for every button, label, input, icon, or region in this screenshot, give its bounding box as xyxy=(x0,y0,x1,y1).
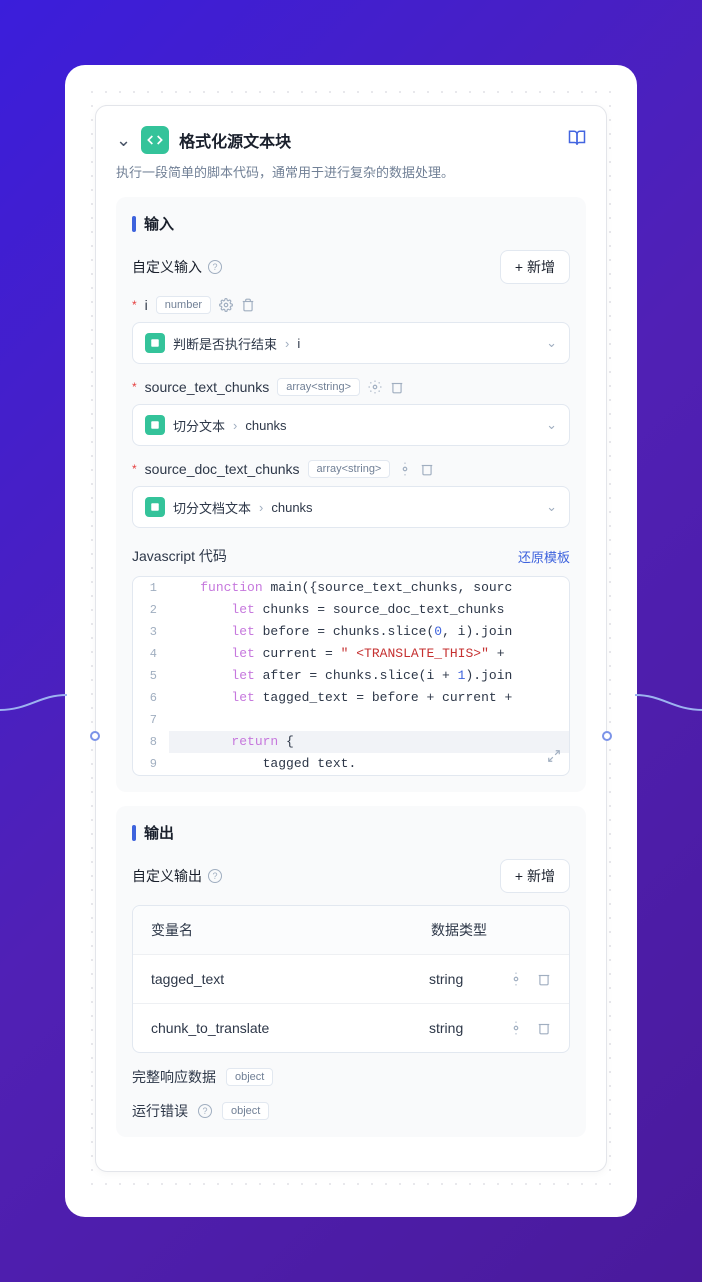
trash-icon[interactable] xyxy=(390,380,404,394)
node-ref-icon xyxy=(145,415,165,435)
input-port[interactable] xyxy=(90,731,100,741)
help-icon[interactable]: ? xyxy=(208,260,222,274)
gear-icon[interactable] xyxy=(368,380,382,394)
add-input-button[interactable]: + 新增 xyxy=(500,250,570,284)
ref-node-name: 切分文档文本 xyxy=(173,498,251,517)
full-response-label: 完整响应数据 xyxy=(132,1067,216,1087)
output-name: chunk_to_translate xyxy=(151,1020,429,1036)
type-tag: object xyxy=(226,1068,273,1086)
custom-output-label: 自定义输出 xyxy=(132,866,202,886)
section-bar xyxy=(132,216,136,232)
chevron-down-icon: ⌄ xyxy=(546,417,557,433)
input-row: * i number 判断是否执行结束 › i ⌄ xyxy=(132,296,570,364)
reference-selector[interactable]: 判断是否执行结束 › i ⌄ xyxy=(132,322,570,364)
ref-var-name: chunks xyxy=(245,418,286,433)
add-output-button[interactable]: + 新增 xyxy=(500,859,570,893)
input-row: * source_text_chunks array<string> 切分文本 … xyxy=(132,378,570,446)
reference-selector[interactable]: 切分文本 › chunks ⌄ xyxy=(132,404,570,446)
trash-icon[interactable] xyxy=(537,972,551,986)
connection-wire-right xyxy=(633,655,702,715)
chevron-right-icon: › xyxy=(233,418,237,433)
input-row: * source_doc_text_chunks array<string> 切… xyxy=(132,460,570,528)
input-section-title: 输入 xyxy=(144,213,174,234)
type-tag: number xyxy=(156,296,211,314)
trash-icon[interactable] xyxy=(241,298,255,312)
gear-icon[interactable] xyxy=(509,1021,523,1035)
node-title: 格式化源文本块 xyxy=(179,128,291,152)
output-table: 变量名 数据类型 tagged_text string chunk_to_tra… xyxy=(132,905,570,1053)
code-title: Javascript 代码 xyxy=(132,546,227,566)
type-tag: array<string> xyxy=(308,460,391,478)
type-tag: array<string> xyxy=(277,378,360,396)
help-icon[interactable]: ? xyxy=(208,869,222,883)
output-section-title: 输出 xyxy=(144,822,174,843)
full-response-row: 完整响应数据 object xyxy=(132,1067,570,1087)
required-asterisk: * xyxy=(132,380,137,394)
collapse-icon[interactable]: ⌄ xyxy=(116,130,131,151)
connection-wire-left xyxy=(0,655,69,715)
chevron-right-icon: › xyxy=(259,500,263,515)
chevron-down-icon: ⌄ xyxy=(546,499,557,515)
run-error-row: 运行错误 ? object xyxy=(132,1101,570,1121)
col-name-header: 变量名 xyxy=(151,920,431,940)
run-error-label: 运行错误 xyxy=(132,1101,188,1121)
chevron-right-icon: › xyxy=(285,336,289,351)
type-tag: object xyxy=(222,1102,269,1120)
table-header: 变量名 数据类型 xyxy=(133,906,569,955)
ref-var-name: chunks xyxy=(271,500,312,515)
required-asterisk: * xyxy=(132,298,137,312)
code-icon xyxy=(141,126,169,154)
section-bar xyxy=(132,825,136,841)
restore-template-link[interactable]: 还原模板 xyxy=(518,547,570,566)
plus-icon: + xyxy=(515,868,523,884)
node-ref-icon xyxy=(145,497,165,517)
code-section: Javascript 代码 还原模板 1 function main({sour… xyxy=(132,546,570,776)
table-row: chunk_to_translate string xyxy=(133,1004,569,1052)
reference-selector[interactable]: 切分文档文本 › chunks ⌄ xyxy=(132,486,570,528)
table-row: tagged_text string xyxy=(133,955,569,1004)
node-header: ⌄ 格式化源文本块 xyxy=(116,126,586,154)
gear-icon[interactable] xyxy=(509,972,523,986)
col-type-header: 数据类型 xyxy=(431,920,551,940)
chevron-down-icon: ⌄ xyxy=(546,335,557,351)
output-name: tagged_text xyxy=(151,971,429,987)
input-name: i xyxy=(145,297,148,313)
ref-node-name: 判断是否执行结束 xyxy=(173,334,277,353)
docs-icon[interactable] xyxy=(568,129,586,152)
required-asterisk: * xyxy=(132,462,137,476)
plus-icon: + xyxy=(515,259,523,275)
expand-icon[interactable] xyxy=(547,749,561,767)
gear-icon[interactable] xyxy=(398,462,412,476)
input-name: source_doc_text_chunks xyxy=(145,461,300,477)
output-port[interactable] xyxy=(602,731,612,741)
code-node-card: ⌄ 格式化源文本块 执行一段简单的脚本代码，通常用于进行复杂的数据处理。 输入 … xyxy=(95,105,607,1172)
input-section: 输入 自定义输入 ? + 新增 * i number xyxy=(116,197,586,792)
help-icon[interactable]: ? xyxy=(198,1104,212,1118)
code-editor[interactable]: 1 function main({source_text_chunks, sou… xyxy=(132,576,570,776)
input-name: source_text_chunks xyxy=(145,379,270,395)
trash-icon[interactable] xyxy=(537,1021,551,1035)
ref-node-name: 切分文本 xyxy=(173,416,225,435)
ref-var-name: i xyxy=(297,336,300,351)
node-description: 执行一段简单的脚本代码，通常用于进行复杂的数据处理。 xyxy=(116,162,586,181)
output-section: 输出 自定义输出 ? + 新增 变量名 数据类型 tagged_text str… xyxy=(116,806,586,1137)
node-ref-icon xyxy=(145,333,165,353)
custom-input-label: 自定义输入 xyxy=(132,257,202,277)
output-type: string xyxy=(429,1020,509,1036)
gear-icon[interactable] xyxy=(219,298,233,312)
output-type: string xyxy=(429,971,509,987)
trash-icon[interactable] xyxy=(420,462,434,476)
